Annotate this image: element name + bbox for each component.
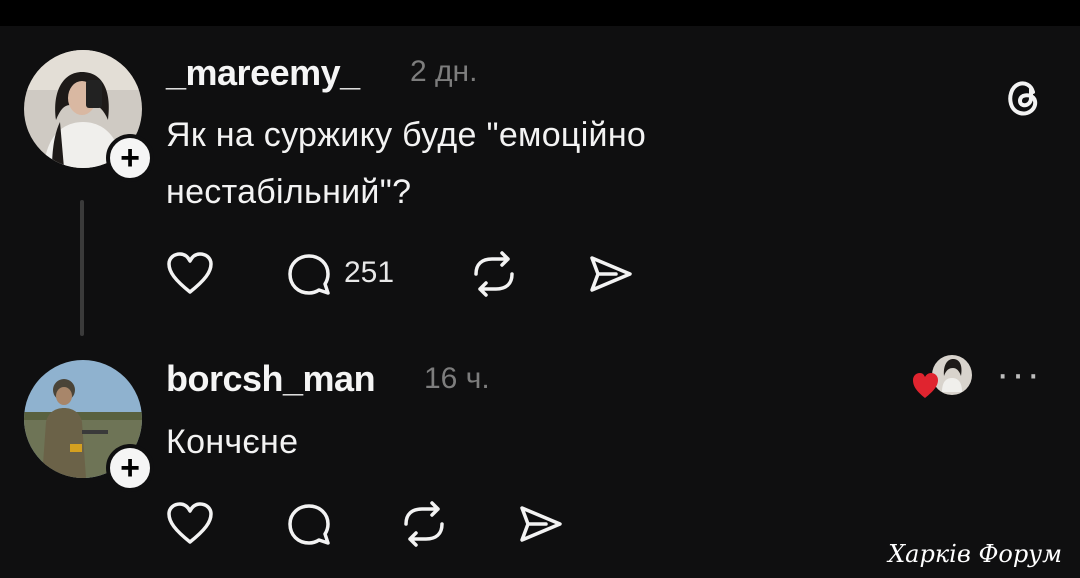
repost-icon[interactable] [468, 250, 520, 298]
reply-username[interactable]: borcsh_man [166, 358, 376, 400]
thread-connector-line [80, 200, 84, 336]
reply-text: Кончєне [166, 423, 299, 461]
post-text-line-1: Як на суржику буде "емоційно [166, 116, 647, 154]
post-timestamp: 2 дн. [410, 55, 478, 88]
follow-plus-button-reply[interactable]: + [106, 444, 154, 492]
threads-logo-icon[interactable] [1002, 75, 1048, 121]
comment-bubble-icon[interactable] [284, 250, 334, 298]
watermark: Харків Форум [888, 540, 1062, 568]
share-send-icon[interactable] [586, 252, 636, 296]
post-username[interactable]: _mareemy_ [166, 52, 360, 94]
like-heart-icon-reply[interactable] [165, 500, 215, 546]
repost-icon-reply[interactable] [398, 500, 450, 548]
share-send-icon-reply[interactable] [516, 502, 566, 546]
post-text-line-2: нестабільний"? [166, 173, 412, 211]
liked-by-author-indicator [912, 352, 978, 402]
more-options-icon[interactable]: ··· [996, 352, 1042, 397]
comment-bubble-icon-reply[interactable] [284, 500, 334, 548]
follow-plus-button[interactable]: + [106, 134, 154, 182]
like-heart-icon[interactable] [165, 250, 215, 296]
reply-count: 251 [344, 256, 395, 289]
status-bar [0, 0, 1080, 26]
reply-timestamp: 16 ч. [424, 362, 490, 395]
